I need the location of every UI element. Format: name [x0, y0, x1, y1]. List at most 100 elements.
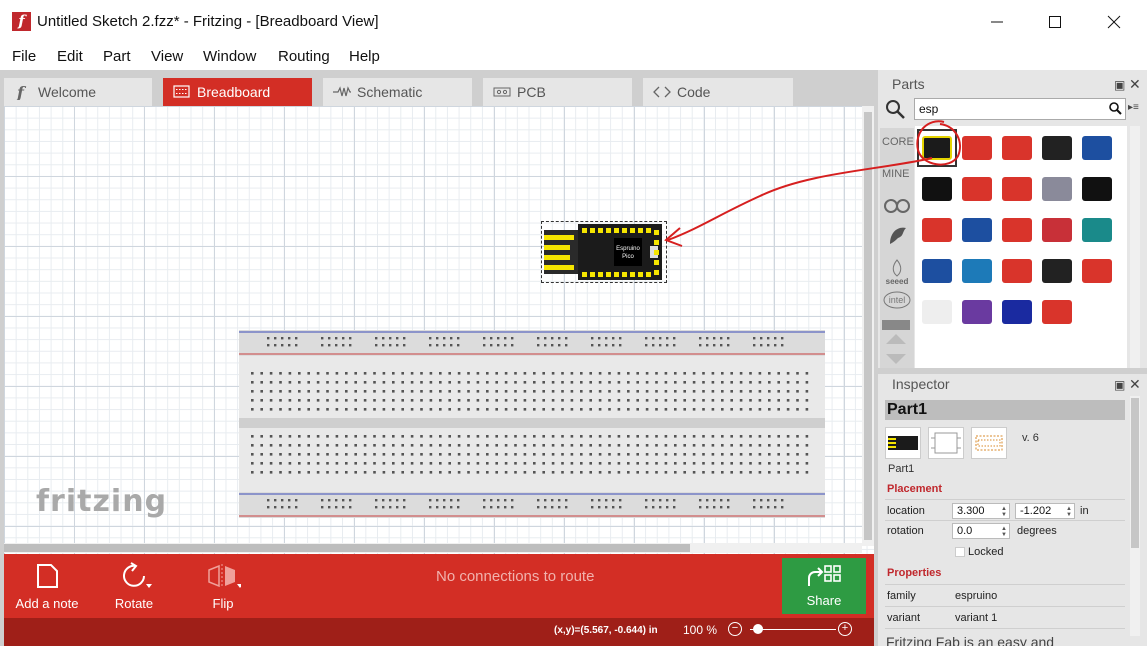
tab-breadboard[interactable]: Breadboard [163, 78, 312, 106]
menu-window[interactable]: Window [203, 48, 256, 65]
flip-button[interactable]: Flip [198, 562, 248, 611]
properties-heading[interactable]: Properties [887, 567, 941, 579]
part-thumbnail-icon [1002, 300, 1032, 324]
part-result-tile[interactable] [1038, 212, 1076, 248]
espruino-pico-part[interactable]: Espruino Pico [541, 221, 667, 283]
part-result-tile[interactable] [1078, 253, 1116, 289]
fritzing-bin-icon[interactable] [886, 224, 910, 248]
part-result-tile[interactable] [1078, 171, 1116, 207]
part-result-tile[interactable] [998, 253, 1036, 289]
variant-select[interactable]: variant 1 [955, 612, 997, 624]
rotation-field[interactable]: 0.0 ▲ ▼ [952, 523, 1010, 539]
add-note-button[interactable]: Add a note [14, 562, 80, 611]
inspector-scroll-thumb[interactable] [1131, 398, 1139, 548]
float-inspector-icon[interactable]: ▣ [1114, 378, 1125, 392]
zoom-in-icon[interactable]: + [838, 622, 852, 636]
part-result-tile[interactable] [958, 171, 996, 207]
seeed-bin-icon[interactable]: seeed [882, 256, 912, 286]
tab-pcb[interactable]: PCB [483, 78, 632, 106]
parts-search-input[interactable] [914, 98, 1126, 120]
arduino-bin-icon[interactable] [882, 196, 912, 216]
bin-core[interactable]: CORE [882, 136, 914, 148]
part-thumbnail-icon [1082, 136, 1112, 160]
placement-heading[interactable]: Placement [887, 483, 942, 495]
menu-part[interactable]: Part [103, 48, 131, 65]
part-result-tile[interactable] [998, 294, 1036, 330]
search-submit-icon[interactable] [1108, 101, 1122, 115]
part-thumbnail-icon [1002, 136, 1032, 160]
location-y-field[interactable]: -1.202 ▲ ▼ [1015, 503, 1075, 519]
part-result-tile[interactable] [958, 212, 996, 248]
part-result-tile[interactable] [918, 212, 956, 248]
part-result-tile[interactable] [1078, 130, 1116, 166]
part-thumbnail-icon [922, 300, 952, 324]
part-result-tile[interactable] [1038, 294, 1076, 330]
maximize-icon[interactable] [1043, 10, 1067, 34]
scroll-up-arrow-icon[interactable] [884, 332, 908, 346]
breadboard[interactable] [239, 330, 825, 518]
parts-scrollbar[interactable] [1130, 126, 1140, 370]
part-result-tile[interactable] [1038, 171, 1076, 207]
fritzing-window: f Untitled Sketch 2.fzz* - Fritzing - [B… [0, 0, 1147, 646]
part-result-tile[interactable] [918, 171, 956, 207]
zoom-slider-handle[interactable] [752, 624, 763, 634]
close-inspector-icon[interactable]: ✕ [1129, 376, 1141, 393]
panel-divider[interactable] [878, 368, 1147, 374]
share-button[interactable]: Share [782, 558, 866, 614]
menu-view[interactable]: View [151, 48, 183, 65]
part-result-tile[interactable] [1038, 253, 1076, 289]
location-x-field[interactable]: 3.300 ▲ ▼ [952, 503, 1010, 519]
close-window-icon[interactable] [1102, 10, 1126, 34]
close-panel-icon[interactable]: ✕ [1129, 76, 1141, 93]
canvas-horizontal-scroll-thumb[interactable] [4, 544, 690, 552]
spin-arrows-icon[interactable]: ▲ ▼ [1001, 526, 1007, 538]
tab-schematic[interactable]: Schematic [323, 78, 472, 106]
part-result-tile[interactable] [918, 253, 956, 289]
part-result-tile[interactable] [958, 130, 996, 166]
flip-label: Flip [212, 596, 234, 611]
part-result-tile[interactable] [998, 212, 1036, 248]
spin-arrows-icon[interactable]: ▲ ▼ [1066, 506, 1072, 518]
bin-more-icon[interactable] [884, 352, 908, 366]
locked-checkbox[interactable] [955, 547, 965, 557]
location-unit[interactable]: in [1080, 505, 1089, 517]
inspector-part-title[interactable]: Part1 [887, 401, 927, 419]
part-thumbnail-icon [1042, 177, 1072, 201]
zoom-slider[interactable] [750, 629, 836, 630]
float-panel-icon[interactable]: ▣ [1114, 78, 1125, 92]
variant-label: variant [887, 612, 921, 624]
part-result-tile[interactable] [1078, 212, 1116, 248]
search-options-icon[interactable]: ▸≡ [1128, 102, 1139, 113]
part-thumbnail-icon [1042, 300, 1072, 324]
fritzing-f-icon: f [16, 84, 27, 100]
part-result-tile[interactable] [998, 130, 1036, 166]
part-result-tile[interactable] [998, 171, 1036, 207]
part-result-tile[interactable] [1038, 130, 1076, 166]
schematic-view-thumbnail [928, 427, 964, 459]
part-result-tile[interactable] [958, 253, 996, 289]
menu-file[interactable]: File [12, 48, 36, 65]
part-result-tile[interactable] [958, 294, 996, 330]
menu-routing[interactable]: Routing [278, 48, 330, 65]
part-result-tile[interactable] [918, 294, 956, 330]
canvas-vertical-scroll-thumb[interactable] [864, 112, 872, 540]
part-thumbnail-icon [1042, 218, 1072, 242]
menu-edit[interactable]: Edit [57, 48, 83, 65]
spin-arrows-icon[interactable]: ▲ ▼ [1001, 506, 1007, 518]
search-icon[interactable] [884, 98, 906, 120]
intel-bin-icon[interactable]: intel [882, 290, 912, 310]
minimize-icon[interactable] [985, 10, 1009, 34]
part-thumbnail-icon [1002, 259, 1032, 283]
bin-scroll-up-icon[interactable] [882, 320, 910, 330]
window-title: Untitled Sketch 2.fzz* - Fritzing - [Bre… [37, 13, 379, 30]
bin-mine[interactable]: MINE [882, 168, 910, 180]
zoom-out-icon[interactable]: − [728, 622, 742, 636]
tab-code[interactable]: Code [643, 78, 793, 106]
part-result-tile[interactable] [917, 129, 957, 167]
menu-help[interactable]: Help [349, 48, 380, 65]
rotate-button[interactable]: Rotate [106, 562, 162, 611]
background-window-text: Fritzing Fab is an easy and [886, 634, 1055, 646]
tab-welcome[interactable]: f Welcome [4, 78, 152, 106]
family-label: family [887, 590, 916, 602]
part-thumbnail-icon [1042, 136, 1072, 160]
